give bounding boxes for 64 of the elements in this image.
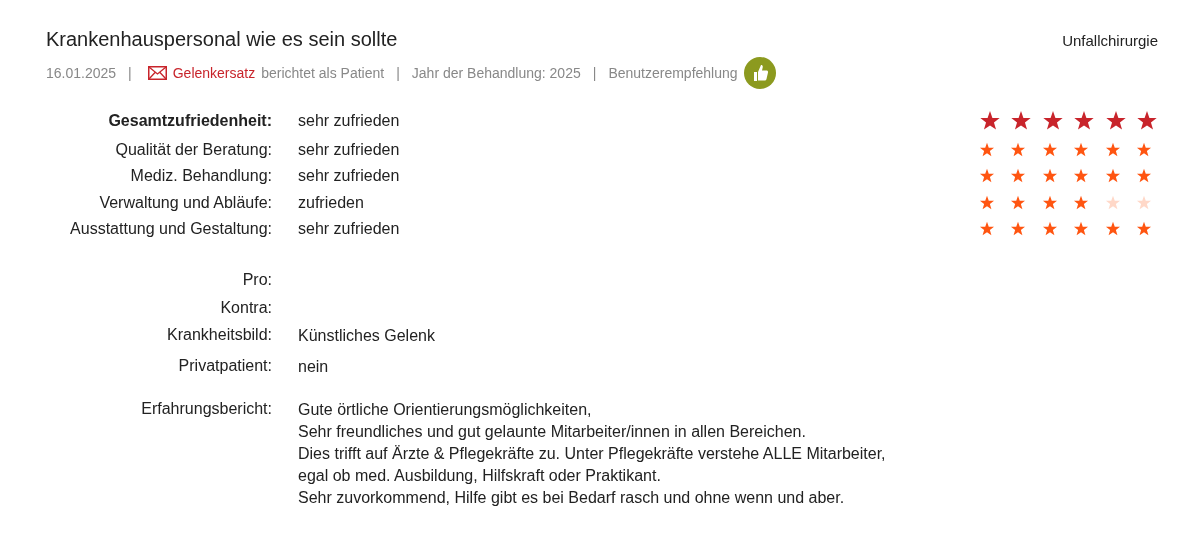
star-icon [1104, 168, 1121, 184]
star-icon [978, 194, 995, 211]
star-icon [1041, 194, 1058, 211]
treatment-year: Jahr der Behandlung: 2025 [411, 65, 581, 81]
star-icon [978, 168, 995, 184]
detail-text: Gute örtliche Orientierungsmöglichkeiten, [298, 400, 593, 420]
detail-text: nein [298, 356, 330, 377]
star-icon [1104, 141, 1121, 158]
rating-value: sehr zufrieden [298, 167, 401, 185]
star-icon [1041, 221, 1058, 237]
detail-text: Dies trifft auf Ärzte & Pflegekräfte zu. Unter Pflegekräfte verstehe ALLE Mitarbeiter, [298, 444, 887, 464]
star-icon [1104, 221, 1121, 237]
rating-label: Mediz. Behandlung: [129, 167, 272, 185]
star-icon [1073, 194, 1089, 211]
star-icon [1136, 168, 1152, 184]
envelope-icon[interactable] [147, 66, 167, 80]
star-icon [1104, 194, 1121, 211]
star-icon [1136, 221, 1152, 237]
star-icon [1010, 110, 1032, 132]
star-icon [1136, 194, 1152, 211]
detail-label: Erfahrungsbericht: [140, 400, 272, 419]
detail-text: Sehr freundliches und gut gelaunte Mitarbeiter/innen in allen Bereichen. [298, 422, 807, 442]
star-icon [1136, 141, 1152, 158]
rating-label: Qualität der Beratung: [114, 140, 272, 159]
detail-label: Pro: [241, 271, 272, 290]
star-icon [1041, 168, 1058, 184]
star-icon [1010, 141, 1026, 158]
star-icon [1073, 141, 1089, 158]
star-icon [978, 221, 995, 237]
separator: | [592, 65, 597, 81]
rating-value: sehr zufrieden [298, 140, 401, 159]
separator: | [396, 65, 400, 81]
detail-label: Privatpatient: [177, 356, 272, 376]
star-icon [1104, 110, 1127, 132]
rating-value: sehr zufrieden [298, 220, 401, 238]
review-title: Krankenhauspersonal wie es sein sollte [46, 28, 398, 51]
star-icon [1073, 110, 1095, 132]
star-icon [1010, 194, 1026, 211]
star-icon [1041, 141, 1058, 158]
separator: | [128, 65, 132, 81]
star-icon [1136, 110, 1158, 132]
rating-value: zufrieden [298, 193, 365, 212]
detail-text: egal ob med. Ausbildung, Hilfskraft oder Praktikant. [298, 466, 662, 486]
detail-label: Krankheitsbild: [166, 326, 272, 345]
star-icon [1010, 221, 1026, 237]
author-role: berichtet als Patient [261, 65, 385, 81]
rating-value: sehr zufrieden [298, 112, 401, 130]
review-date: 16.01.2025 [46, 65, 117, 81]
detail-text: Sehr zuvorkommend, Hilfe gibt es bei Bedarf rasch und ohne wenn und aber. [298, 488, 846, 508]
author-link[interactable]: Gelenkersatz [172, 65, 256, 81]
star-icon [1073, 168, 1089, 184]
detail-text: Künstliches Gelenk [298, 326, 436, 346]
star-icon [1073, 221, 1089, 237]
star-icon [978, 141, 995, 158]
rating-label: Ausstattung und Gestaltung: [69, 220, 272, 238]
department-label: Unfallchirurgie [1062, 32, 1158, 49]
rating-label: Gesamtzufriedenheit: [107, 112, 272, 130]
thumbs-up-icon [743, 57, 776, 89]
rating-label: Verwaltung und Abläufe: [98, 193, 272, 212]
recommendation-label: Benutzerempfehlung [608, 65, 738, 81]
detail-label: Kontra: [219, 298, 272, 318]
star-icon [1041, 110, 1064, 132]
star-icon [1010, 168, 1026, 184]
star-icon [978, 110, 1001, 132]
